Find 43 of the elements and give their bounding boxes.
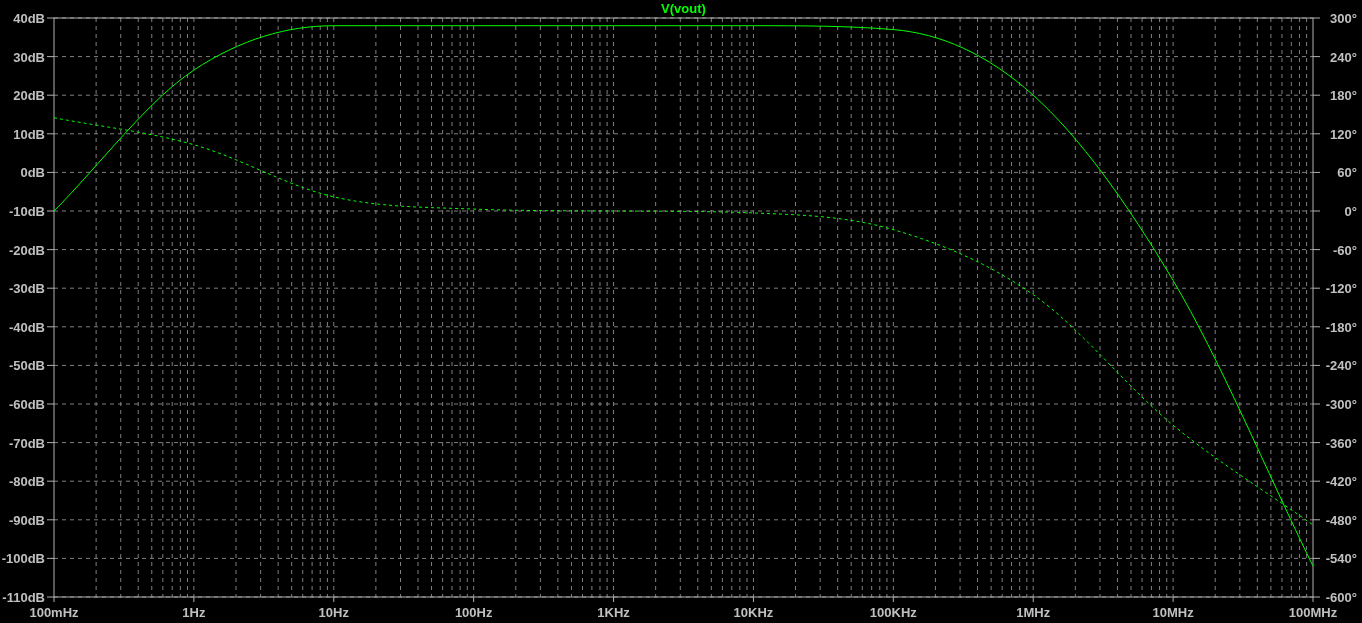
axis-tick-label: 240° <box>1330 49 1357 65</box>
axis-tick-label: -120° <box>1325 281 1357 297</box>
axis-tick-label: -110dB <box>2 590 45 605</box>
axis-tick-label: -540° <box>1325 551 1357 567</box>
axis-tick-label: -100dB <box>1 551 45 567</box>
axis-tick-label: 60° <box>1337 165 1357 181</box>
axis-tick-label: 10Hz <box>318 605 349 620</box>
axis-tick-label: -420° <box>1325 474 1357 490</box>
axis-tick-label: -90dB <box>8 512 45 528</box>
axis-tick-label: 100KHz <box>869 605 917 620</box>
axis-tick-label: -240° <box>1325 358 1357 374</box>
axis-tick-label: -30dB <box>8 281 45 297</box>
axis-tick-label: 100MHz <box>1288 605 1338 620</box>
axis-tick-label: 10dB <box>13 126 45 142</box>
axis-tick-label: -50dB <box>8 358 45 374</box>
axis-tick-label: 180° <box>1330 88 1357 104</box>
axis-tick-label: -40dB <box>8 319 45 335</box>
axis-tick-label: 100mHz <box>29 605 79 620</box>
axis-tick-label: -60° <box>1333 242 1357 258</box>
axis-tick-label: -600° <box>1325 590 1357 605</box>
axis-tick-label: -60dB <box>8 397 45 412</box>
axis-tick-label: -20dB <box>8 242 45 258</box>
axis-tick-label: 0° <box>1344 204 1357 219</box>
axis-tick-label: 1KHz <box>597 605 630 620</box>
axis-tick-label: 20dB <box>13 88 45 104</box>
axis-tick-label: 0dB <box>20 165 45 181</box>
axis-tick-label: 1MHz <box>1016 605 1051 620</box>
axis-tick-label: -180° <box>1325 319 1357 335</box>
axis-tick-label: -480° <box>1325 512 1357 528</box>
axis-tick-label: 10MHz <box>1152 605 1194 620</box>
axis-tick-label: -10dB <box>8 204 45 219</box>
trace-label: V(vout) <box>661 1 706 16</box>
axis-tick-label: 100Hz <box>454 605 493 620</box>
axis-tick-label: 300° <box>1330 11 1357 26</box>
axis-tick-label: 30dB <box>13 49 45 65</box>
axis-tick-label: -360° <box>1325 435 1357 451</box>
axis-tick-label: -70dB <box>8 435 45 451</box>
axis-tick-label: -300° <box>1325 397 1357 412</box>
axis-tick-label: 1Hz <box>182 605 206 620</box>
axis-tick-label: -80dB <box>8 474 45 490</box>
axis-tick-label: 120° <box>1330 126 1357 142</box>
axis-tick-label: 10KHz <box>733 605 774 620</box>
axis-tick-label: 40dB <box>13 11 45 26</box>
